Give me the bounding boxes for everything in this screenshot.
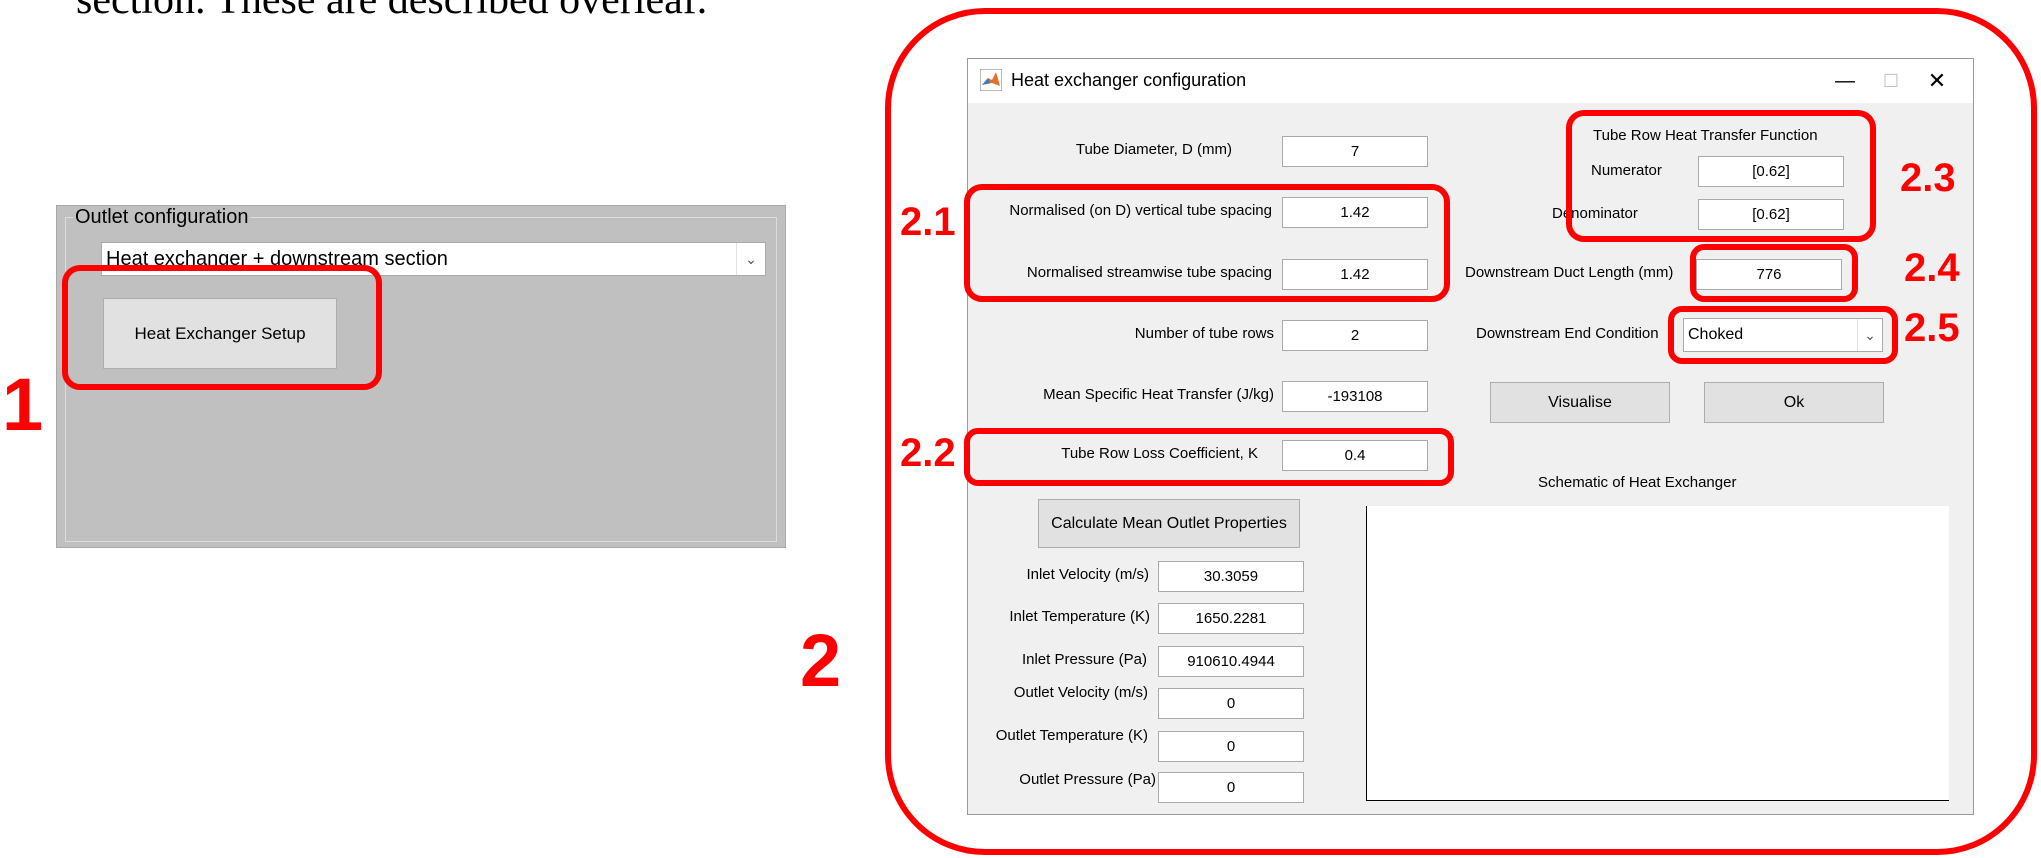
- tube-diameter-field[interactable]: 7: [1282, 136, 1428, 167]
- annotation-label-2: 2: [800, 619, 842, 702]
- outlet-configuration-title: Outlet configuration: [73, 206, 251, 229]
- tube-diameter-label: Tube Diameter, D (mm): [1075, 141, 1232, 158]
- highlight-loss-coefficient: [964, 428, 1454, 486]
- highlight-transfer-function: [1566, 110, 1876, 242]
- outlet-temperature-label: Outlet Temperature (K): [995, 727, 1148, 744]
- outlet-temperature-field[interactable]: 0: [1158, 731, 1304, 762]
- inlet-temperature-label: Inlet Temperature (K): [1009, 608, 1150, 625]
- annotation-label-1: 1: [2, 363, 44, 446]
- annotation-label-2-2: 2.2: [900, 431, 956, 475]
- annotation-label-2-5: 2.5: [1904, 306, 1960, 350]
- outlet-pressure-label: Outlet Pressure (Pa): [1019, 771, 1156, 788]
- window-titlebar: Heat exchanger configuration — ☐ ✕: [968, 59, 1973, 103]
- duct-length-label: Downstream Duct Length (mm): [1465, 264, 1674, 281]
- inlet-velocity-field[interactable]: 30.3059: [1158, 561, 1304, 592]
- highlight-end-condition: [1668, 306, 1898, 364]
- schematic-axes: [1366, 506, 1949, 801]
- outlet-velocity-field[interactable]: 0: [1158, 688, 1304, 719]
- annotation-label-2-3: 2.3: [1900, 156, 1956, 200]
- annotation-label-2-1: 2.1: [900, 200, 956, 244]
- highlight-duct-length: [1690, 244, 1858, 302]
- visualise-button[interactable]: Visualise: [1490, 382, 1670, 423]
- annotation-label-2-4: 2.4: [1904, 246, 1960, 290]
- calculate-outlet-properties-button[interactable]: Calculate Mean Outlet Properties: [1038, 499, 1300, 548]
- inlet-pressure-label: Inlet Pressure (Pa): [1021, 651, 1147, 668]
- highlight-tube-spacing: [964, 184, 1450, 302]
- chevron-down-icon[interactable]: ⌄: [736, 243, 765, 275]
- outlet-velocity-label: Outlet Velocity (m/s): [1013, 684, 1148, 701]
- inlet-velocity-label: Inlet Velocity (m/s): [1026, 566, 1149, 583]
- highlight-setup-button: [62, 265, 382, 390]
- schematic-title: Schematic of Heat Exchanger: [1538, 474, 1737, 491]
- tube-rows-field[interactable]: 2: [1282, 320, 1428, 351]
- close-icon[interactable]: ✕: [1908, 59, 1966, 103]
- document-text-fragment: section. These are described overleaf.: [76, 0, 708, 23]
- window-title: Heat exchanger configuration: [1011, 70, 1247, 90]
- ok-button[interactable]: Ok: [1704, 382, 1884, 423]
- mean-heat-transfer-field[interactable]: -193108: [1282, 381, 1428, 412]
- outlet-pressure-field[interactable]: 0: [1158, 772, 1304, 803]
- inlet-temperature-field[interactable]: 1650.2281: [1158, 603, 1304, 634]
- inlet-pressure-field[interactable]: 910610.4944: [1158, 646, 1304, 677]
- mean-heat-transfer-label: Mean Specific Heat Transfer (J/kg): [1043, 386, 1274, 403]
- end-condition-label: Downstream End Condition: [1476, 325, 1659, 342]
- tube-rows-label: Number of tube rows: [1134, 325, 1274, 342]
- matlab-icon: [980, 69, 1002, 91]
